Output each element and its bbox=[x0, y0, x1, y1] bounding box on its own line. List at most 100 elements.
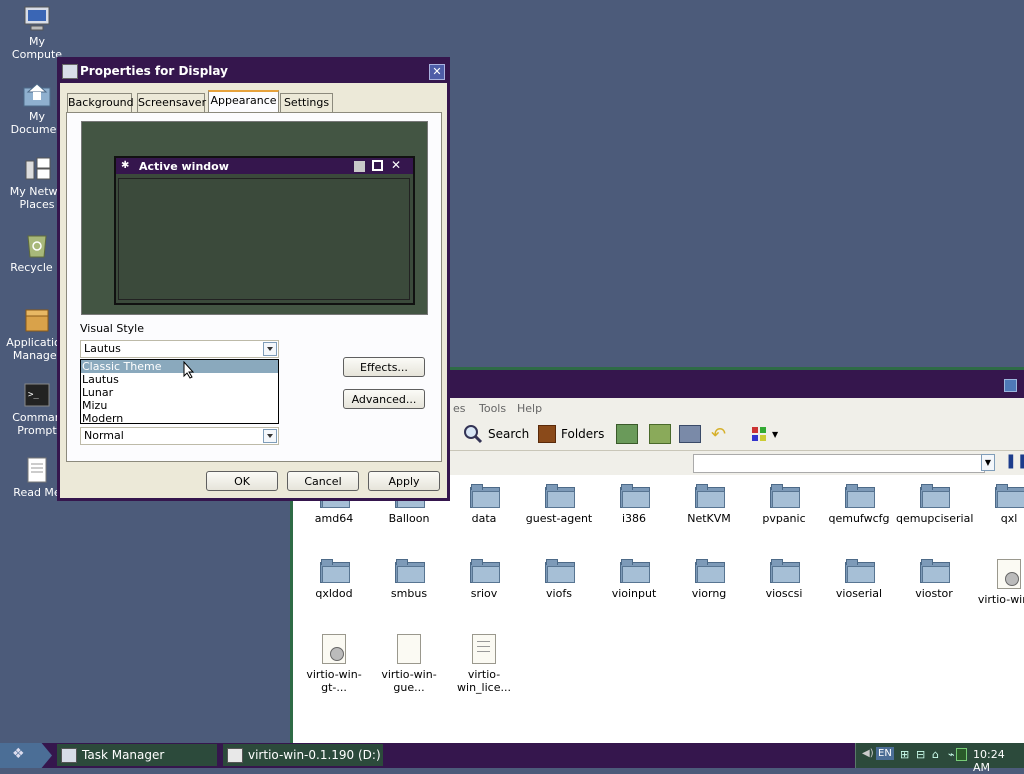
folder-item[interactable]: NetKVM bbox=[671, 484, 747, 525]
folder-item[interactable]: viostor bbox=[896, 559, 972, 600]
network-tray-icon[interactable]: ⊞ bbox=[900, 748, 909, 761]
address-input[interactable] bbox=[693, 454, 985, 473]
minimize-icon[interactable] bbox=[1004, 379, 1017, 392]
apply-button[interactable]: Apply bbox=[368, 471, 440, 491]
undo-button[interactable]: ↶ bbox=[711, 422, 726, 446]
font-size-select[interactable]: Normal bbox=[80, 427, 279, 445]
delete-button[interactable] bbox=[679, 422, 701, 446]
preview-close-icon: ✕ bbox=[391, 158, 402, 172]
folder-icon bbox=[770, 559, 800, 583]
tab-screensaver[interactable]: Screensaver bbox=[137, 93, 206, 113]
close-icon[interactable]: ✕ bbox=[429, 64, 445, 80]
taskbar-item-label: Task Manager bbox=[82, 748, 165, 762]
dropdown-option-mizu[interactable]: Mizu bbox=[81, 399, 278, 412]
folder-icon bbox=[620, 484, 650, 508]
tab-settings[interactable]: Settings bbox=[280, 93, 333, 113]
cancel-button[interactable]: Cancel bbox=[287, 471, 359, 491]
search-button-label: Search bbox=[488, 427, 530, 441]
desktop-icon-my-computer[interactable]: My Compute bbox=[0, 5, 74, 61]
file-item-label: sriov bbox=[470, 587, 498, 600]
tab-appearance[interactable]: Appearance bbox=[208, 90, 279, 114]
volume-icon[interactable]: ◀) bbox=[862, 748, 874, 759]
folder-item[interactable]: vioscsi bbox=[746, 559, 822, 600]
folder-item[interactable]: guest-agent bbox=[521, 484, 597, 525]
clock[interactable]: 10:24 AM bbox=[973, 748, 1024, 774]
move-to-icon bbox=[616, 424, 638, 444]
address-dropdown-arrow[interactable]: ▼ bbox=[981, 454, 995, 471]
file-item-label: Balloon bbox=[388, 512, 430, 525]
drive-icon bbox=[227, 747, 243, 763]
preview-window: ✱ Active window ✕ bbox=[114, 156, 415, 305]
visual-style-select[interactable]: Lautus bbox=[80, 340, 279, 358]
file-item[interactable]: virtio-win_lice... bbox=[446, 634, 522, 694]
views-button[interactable]: ▼ bbox=[751, 422, 778, 446]
computer-icon bbox=[22, 5, 52, 33]
visual-style-label: Visual Style bbox=[80, 322, 144, 335]
dropdown-option-lunar[interactable]: Lunar bbox=[81, 386, 278, 399]
folders-button[interactable]: Folders bbox=[538, 422, 604, 446]
file-item[interactable]: virtio-win-gt-... bbox=[296, 634, 372, 694]
search-button[interactable]: Search bbox=[463, 422, 529, 446]
tab-background[interactable]: Background bbox=[67, 93, 134, 113]
folder-item[interactable]: qemufwcfg bbox=[821, 484, 897, 525]
start-button[interactable]: ❖ bbox=[0, 743, 52, 768]
file-item-label: i386 bbox=[621, 512, 647, 525]
folder-item[interactable]: vioserial bbox=[821, 559, 897, 600]
plug-icon[interactable]: ⌁ bbox=[948, 748, 955, 761]
folder-item[interactable]: pvpanic bbox=[746, 484, 822, 525]
folder-item[interactable]: smbus bbox=[371, 559, 447, 600]
chevron-down-icon[interactable] bbox=[263, 429, 277, 443]
chevron-down-icon[interactable] bbox=[263, 342, 277, 356]
preview-window-title: Active window bbox=[139, 160, 229, 173]
folder-item[interactable]: i386 bbox=[596, 484, 672, 525]
go-icon[interactable]: ❚❚ bbox=[1005, 453, 1024, 469]
taskbar-item-label: virtio-win-0.1.190 (D:) bbox=[248, 748, 381, 762]
folder-icon bbox=[920, 559, 950, 583]
move-to-button[interactable] bbox=[616, 422, 638, 446]
visual-style-value: Lautus bbox=[84, 342, 121, 355]
system-tray: ◀) EN ⊞ ⊟ ⌂ ⌁ 10:24 AM bbox=[855, 743, 1024, 774]
file-item-label: guest-agent bbox=[525, 512, 593, 525]
folder-item[interactable]: qxldod bbox=[296, 559, 372, 600]
display-properties-dialog[interactable]: Properties for Display ✕ Background Scre… bbox=[57, 57, 450, 501]
folder-item[interactable]: vioinput bbox=[596, 559, 672, 600]
safely-remove-icon[interactable]: ⊟ bbox=[916, 748, 925, 761]
text-file-icon bbox=[472, 634, 496, 664]
folder-icon bbox=[470, 559, 500, 583]
ok-button[interactable]: OK bbox=[206, 471, 278, 491]
effects-button[interactable]: Effects... bbox=[343, 357, 425, 377]
folder-item[interactable]: qemupciserial bbox=[896, 484, 973, 525]
folder-icon bbox=[845, 484, 875, 508]
chevron-down-icon: ▼ bbox=[772, 429, 779, 439]
advanced-button[interactable]: Advanced... bbox=[343, 389, 425, 409]
folder-item[interactable]: sriov bbox=[446, 559, 522, 600]
dropdown-option-lautus[interactable]: Lautus bbox=[81, 373, 278, 386]
folder-item[interactable]: viorng bbox=[671, 559, 747, 600]
menu-item-help[interactable]: Help bbox=[517, 402, 542, 415]
connection-icon[interactable]: ⌂ bbox=[932, 748, 939, 761]
folder-home-icon bbox=[22, 80, 52, 108]
folder-icon bbox=[545, 559, 575, 583]
installer-icon bbox=[997, 559, 1021, 589]
dropdown-option-modern[interactable]: Modern bbox=[81, 412, 278, 425]
file-item-label: smbus bbox=[390, 587, 428, 600]
file-item[interactable]: virtio-win-gue... bbox=[371, 634, 447, 694]
dropdown-option-classic-theme[interactable]: Classic Theme bbox=[81, 360, 278, 373]
folder-item[interactable]: qxl bbox=[971, 484, 1024, 525]
copy-to-button[interactable] bbox=[649, 422, 671, 446]
folders-icon bbox=[538, 425, 556, 443]
menu-item-tools[interactable]: Tools bbox=[479, 402, 506, 415]
file-item-label: NetKVM bbox=[687, 512, 731, 525]
taskbar-item-explorer[interactable]: virtio-win-0.1.190 (D:) bbox=[223, 744, 383, 766]
file-item[interactable]: virtio-win-g bbox=[971, 559, 1024, 606]
monitor-tray-icon[interactable] bbox=[956, 748, 967, 761]
folder-item[interactable]: viofs bbox=[521, 559, 597, 600]
visual-style-dropdown-list[interactable]: Classic Theme Lautus Lunar Mizu Modern bbox=[80, 359, 279, 425]
taskbar-item-task-manager[interactable]: Task Manager bbox=[57, 744, 217, 766]
folder-item[interactable]: data bbox=[446, 484, 522, 525]
terminal-icon: >_ bbox=[22, 381, 52, 409]
menu-item[interactable]: es bbox=[453, 402, 466, 415]
file-item-label: amd64 bbox=[314, 512, 354, 525]
language-indicator[interactable]: EN bbox=[876, 747, 894, 760]
file-item-label: viorng bbox=[691, 587, 727, 600]
